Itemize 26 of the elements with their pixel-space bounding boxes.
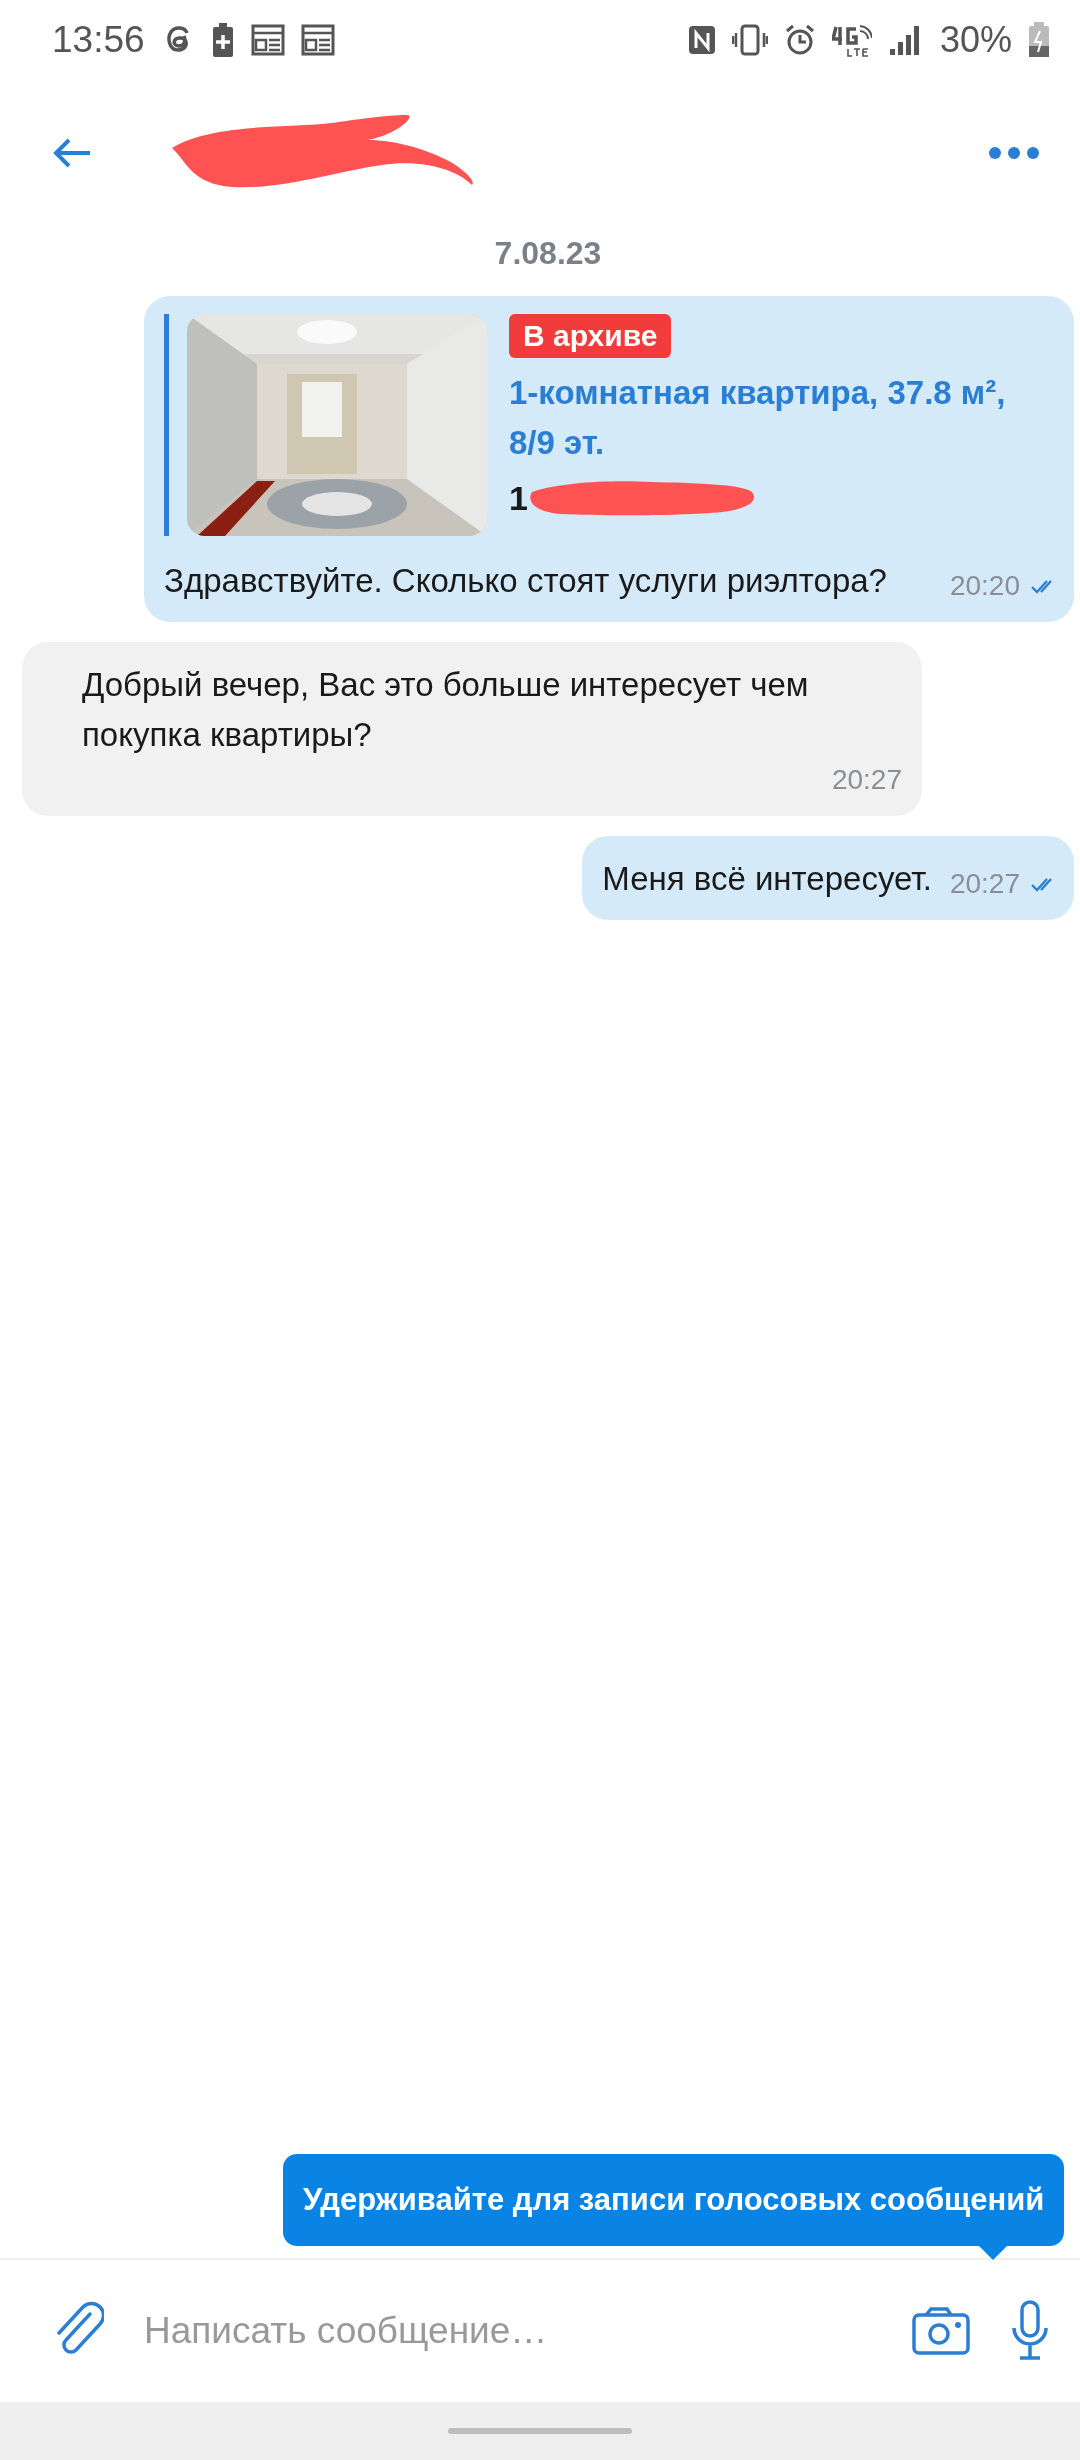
message-time: 20:27 bbox=[949, 867, 1020, 901]
calendar-icon bbox=[250, 24, 285, 56]
listing-price: 1 bbox=[509, 478, 528, 518]
alarm-icon bbox=[783, 24, 816, 56]
date-label: 7.08.23 bbox=[494, 235, 602, 272]
battery-plus-icon bbox=[210, 22, 235, 58]
message-input[interactable]: Написать сообщение… bbox=[144, 2301, 872, 2361]
message-text: Здравствуйте. Сколько стоят услуги риэлтора? bbox=[164, 561, 888, 601]
message-text: Меня всё интересует. bbox=[602, 859, 932, 899]
more-options-icon[interactable] bbox=[988, 145, 1040, 160]
nfc-icon bbox=[687, 25, 716, 55]
message-time: 20:27 bbox=[831, 763, 902, 797]
listing-card[interactable]: В архиве 1-комнатная квартира, 37.8 м², 8/9 эт. 1 bbox=[164, 314, 1054, 536]
tooltip-pointer bbox=[978, 2245, 1008, 2261]
message-text: Добрый вечер, Вас это больше интересует чем покупка квартиры? bbox=[82, 665, 810, 755]
message-time: 20:20 bbox=[949, 569, 1020, 603]
camera-icon[interactable] bbox=[912, 2307, 970, 2355]
battery-charging-icon bbox=[1028, 22, 1050, 58]
battery-level: 30% bbox=[939, 19, 1012, 61]
clock: 13:56 bbox=[52, 19, 145, 61]
vibrate-icon bbox=[731, 24, 768, 56]
status-badge: В архиве bbox=[509, 314, 672, 358]
network-4g-lte-icon bbox=[831, 23, 872, 57]
microphone-icon[interactable] bbox=[1010, 2300, 1050, 2362]
voice-hint-tooltip: Удерживайте для записи голосовых сообщений bbox=[283, 2154, 1065, 2246]
calendar-icon bbox=[300, 24, 335, 56]
